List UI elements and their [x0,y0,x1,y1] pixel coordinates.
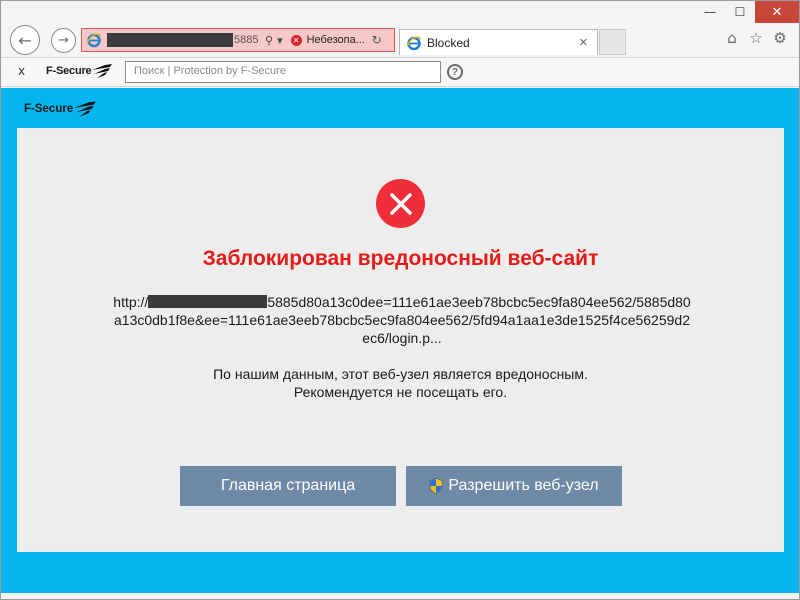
tab-blocked[interactable]: Blocked ✕ [399,29,598,55]
fsecure-logo-icon [74,101,97,117]
allow-site-button[interactable]: Разрешить веб-узел [406,466,622,506]
message-line: Рекомендуется не посещать его. [293,384,508,400]
fsecure-search-input[interactable]: Поиск | Protection by F-Secure [125,61,441,83]
forward-button[interactable]: → [51,28,76,53]
home-icon[interactable]: ⌂ [723,29,741,47]
security-warning-label[interactable]: Небезопа... [307,34,370,46]
refresh-icon[interactable]: ↻ [372,33,382,47]
error-icon[interactable]: ✕ [290,34,302,46]
help-icon[interactable]: ? [447,64,463,80]
tab-title: Blocked [427,35,470,50]
arrow-right-icon: → [58,33,69,48]
redacted-url-segment [107,33,233,47]
url-prefix: http:// [113,294,149,310]
warning-panel: Заблокирован вредоносный веб-сайт http:/… [17,128,784,552]
blocked-icon [376,179,425,228]
star-icon[interactable]: ☆ [747,29,765,47]
window-controls: — ☐ ✕ [695,1,799,23]
redacted-url-segment [148,295,268,308]
maximize-button[interactable]: ☐ [725,1,755,23]
uac-shield-icon [429,478,443,494]
gear-icon[interactable]: ⚙ [771,29,789,47]
brand-text: F-Secure [24,103,74,115]
minimize-button[interactable]: — [695,1,725,23]
close-window-button[interactable]: ✕ [755,1,799,23]
toolbar-close-icon[interactable]: x [18,64,25,78]
fsecure-logo-text: F-Secure [46,65,92,77]
message-line: По нашим данным, этот веб-узел является … [213,366,588,382]
address-bar[interactable]: 5885 ⚲ ▾ ✕ Небезопа... ↻ [81,28,395,52]
new-tab-button[interactable] [599,29,626,55]
back-button[interactable]: ← [10,25,40,55]
fsecure-logo-icon [92,64,113,78]
ie-logo-icon [85,31,103,49]
ie-logo-icon [405,34,423,52]
home-page-button-label: Главная страница [220,477,356,494]
home-page-button[interactable]: Главная страница [180,466,396,506]
page-title: Заблокирован вредоносный веб-сайт [202,247,599,270]
address-url-text[interactable]: 5885 [234,34,259,46]
fsecure-toolbar-logo: F-Secure [46,63,113,79]
block-page: F-Secure Заблокирован вредоносный веб-са… [1,88,799,593]
browser-toolbar-icons: ⌂ ☆ ⚙ [723,29,789,47]
fsecure-toolbar: x F-Secure Поиск | Protection by F-Secur… [1,57,799,87]
blocked-url: http://5885d80a13c0dee=111e61ae3eeb78bcb… [111,293,693,347]
warning-message: По нашим данным, этот веб-узел является … [17,365,784,401]
arrow-left-icon: ← [18,30,32,50]
allow-site-button-label: Разрешить веб-узел [448,477,599,494]
close-tab-icon[interactable]: ✕ [579,36,588,49]
chevron-down-icon[interactable]: ▾ [277,34,283,47]
browser-window: — ☐ ✕ ← → 5885 ⚲ ▾ ✕ Небезопа... ↻ Block… [0,0,800,600]
search-icon[interactable]: ⚲ [265,34,273,47]
fsecure-brand-logo: F-Secure [24,100,97,118]
